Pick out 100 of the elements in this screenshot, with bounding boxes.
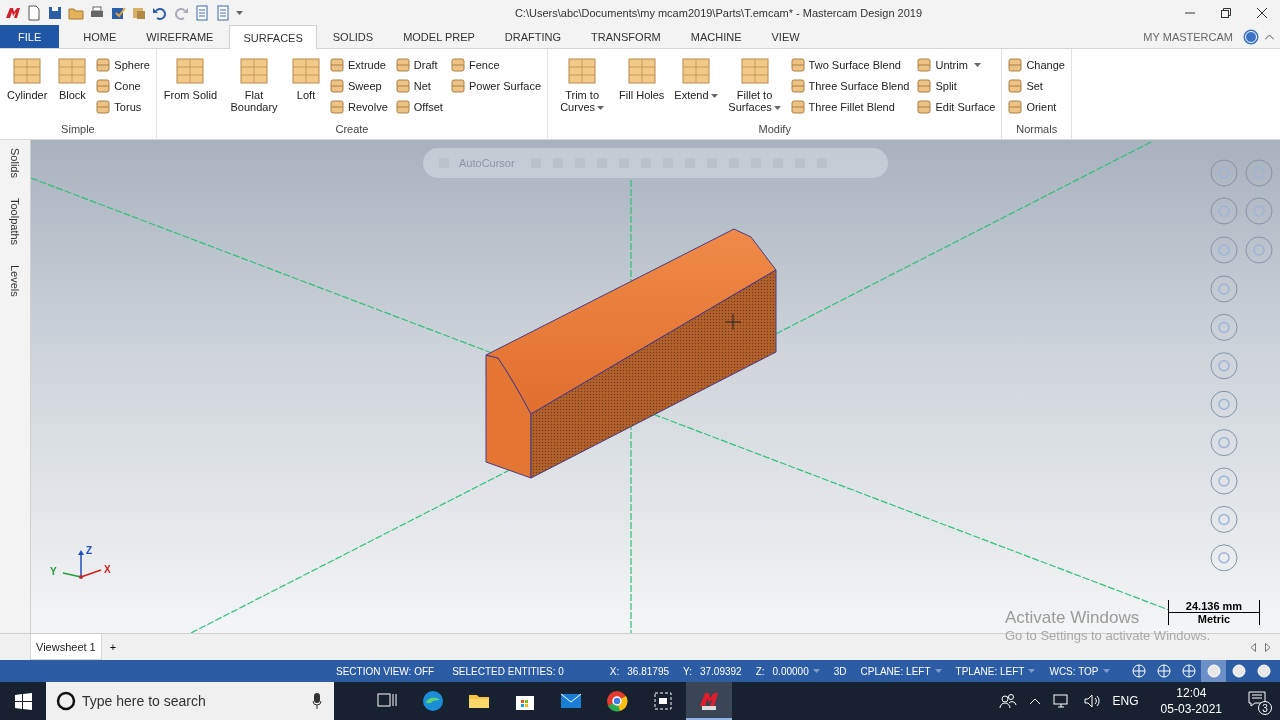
tile-icon: [96, 79, 111, 93]
ribbon-button[interactable]: Power Surface: [447, 76, 545, 96]
customize-caret-icon[interactable]: [236, 10, 243, 15]
help-icon[interactable]: [1243, 28, 1259, 45]
ribbon-button[interactable]: Draft: [392, 55, 446, 75]
round-tool-icon[interactable]: [1210, 390, 1238, 418]
save-icon[interactable]: [47, 4, 63, 21]
side-panel-tab[interactable]: Levels: [9, 263, 21, 299]
ribbon-tab[interactable]: SOLIDS: [318, 25, 388, 48]
ribbon-button[interactable]: Three Surface Blend: [787, 76, 913, 96]
viewsheet-tab[interactable]: Viewsheet 1: [30, 634, 102, 660]
round-tool-icon[interactable]: [1210, 159, 1238, 187]
file-tab[interactable]: FILE: [0, 25, 60, 48]
scroll-right-icon[interactable]: [1265, 642, 1271, 652]
ribbon-button[interactable]: Offset: [392, 97, 446, 117]
status-value: 36.81795: [627, 665, 670, 677]
tile-icon: [567, 56, 598, 86]
round-tool-icon[interactable]: [1245, 197, 1273, 225]
tile-icon: [330, 79, 345, 93]
ribbon-button[interactable]: Two Surface Blend: [787, 55, 913, 75]
status-label: WCS: TOP: [1049, 665, 1099, 677]
ribbon-button[interactable]: Three Fillet Blend: [787, 97, 913, 117]
scroll-left-icon[interactable]: [1250, 642, 1256, 652]
status-label: Z:: [755, 665, 765, 677]
round-tool-icon[interactable]: [1210, 236, 1238, 264]
round-tool-icon[interactable]: [1210, 544, 1238, 572]
ribbon-button[interactable]: Sweep: [327, 76, 391, 96]
clock[interactable]: 12:04 05-03-2021: [1160, 685, 1222, 717]
ribbon-button[interactable]: Block: [53, 54, 92, 103]
ribbon-button[interactable]: Cylinder: [3, 54, 52, 103]
round-tool-icon[interactable]: [1210, 352, 1238, 380]
microphone-icon[interactable]: [312, 693, 322, 709]
tile-icon: [790, 79, 805, 93]
round-tool-icon[interactable]: [1210, 275, 1238, 303]
status-label: X:: [609, 665, 620, 677]
caret-icon: [1028, 669, 1036, 673]
tile-icon: [917, 79, 932, 93]
ribbon-button[interactable]: Fill Holes: [615, 54, 669, 103]
ribbon-button[interactable]: Loft: [287, 54, 326, 103]
ribbon-button[interactable]: Change: [1005, 55, 1068, 75]
ribbon-tab[interactable]: TRANSFORM: [577, 25, 675, 48]
ribbon-tab[interactable]: MODEL PREP: [389, 25, 489, 48]
ribbon-tab[interactable]: DRAFTING: [490, 25, 576, 48]
caret-icon: [1102, 669, 1110, 673]
round-tool-icon[interactable]: [1245, 236, 1273, 264]
chevron-up-icon[interactable]: [1028, 697, 1041, 705]
round-tool-icon[interactable]: [1210, 467, 1238, 495]
ribbon-button[interactable]: Trim to Curves: [551, 54, 614, 115]
ribbon-button[interactable]: Revolve: [327, 97, 391, 117]
ribbon-tab[interactable]: SURFACES: [229, 25, 317, 49]
ribbon-button[interactable]: Cone: [93, 76, 153, 96]
ribbon-tab[interactable]: WIREFRAME: [132, 25, 228, 48]
snip-icon: [651, 689, 675, 713]
collapse-ribbon-icon[interactable]: [1265, 33, 1274, 40]
round-tool-icon[interactable]: [1245, 159, 1273, 187]
people-icon[interactable]: [998, 693, 1017, 709]
ribbon-tab[interactable]: VIEW: [757, 25, 814, 48]
list-icon[interactable]: [194, 4, 210, 21]
display-mode-button[interactable]: [1201, 660, 1226, 682]
windows-start-icon[interactable]: [14, 692, 32, 710]
ribbon-button[interactable]: Flat Boundary: [223, 54, 286, 115]
new-file-icon[interactable]: [26, 4, 42, 21]
ribbon-button[interactable]: Orient: [1005, 97, 1068, 117]
ribbon-button[interactable]: Untrim: [914, 55, 999, 75]
ribbon-button[interactable]: Fillet to Surfaces: [723, 54, 786, 115]
language-indicator[interactable]: ENG: [1112, 694, 1139, 708]
speaker-icon[interactable]: [1082, 693, 1101, 709]
ribbon-button[interactable]: Net: [392, 76, 446, 96]
ribbon-button[interactable]: Split: [914, 76, 999, 96]
round-tool-icon[interactable]: [1210, 429, 1238, 457]
search-field[interactable]: Type here to search: [46, 682, 334, 720]
notification-count: 3: [1258, 701, 1272, 715]
ribbon-button[interactable]: Torus: [93, 97, 153, 117]
side-panel-tab[interactable]: Toolpaths: [9, 195, 21, 248]
tile-icon: [96, 58, 111, 72]
ribbon-button[interactable]: Extrude: [327, 55, 391, 75]
account-link[interactable]: MY MASTERCAM: [1143, 30, 1233, 43]
close-icon: [1257, 7, 1267, 18]
ribbon-button[interactable]: From Solid: [159, 54, 222, 103]
ribbon-button[interactable]: Extend: [670, 54, 722, 103]
round-tool-icon[interactable]: [1210, 197, 1238, 225]
ribbon-tab[interactable]: MACHINE: [676, 25, 756, 48]
ribbon-button[interactable]: Set: [1005, 76, 1068, 96]
network-icon[interactable]: [1052, 693, 1071, 709]
ribbon-button[interactable]: Fence: [447, 55, 545, 75]
add-viewsheet-button[interactable]: +: [101, 634, 125, 660]
sphere-icon: [1256, 664, 1271, 678]
round-tool-icon[interactable]: [1210, 505, 1238, 533]
taskbar-app-button[interactable]: [686, 682, 732, 720]
side-panel-tab[interactable]: Solids: [9, 146, 21, 180]
tile-icon: [739, 56, 770, 86]
list-icon[interactable]: [215, 4, 231, 21]
tile-icon: [1008, 79, 1023, 93]
window-title: C:\Users\abc\Documents\my mcam2019\Parts\T.emcam* - Mastercam Design 2019: [513, 6, 924, 19]
ribbon-button[interactable]: Sphere: [93, 55, 153, 75]
ribbon-button[interactable]: Edit Surface: [914, 97, 999, 117]
caret-icon: [710, 94, 718, 99]
caret-icon: [773, 106, 781, 111]
ribbon-tab[interactable]: HOME: [69, 25, 131, 48]
round-tool-icon[interactable]: [1210, 313, 1238, 341]
